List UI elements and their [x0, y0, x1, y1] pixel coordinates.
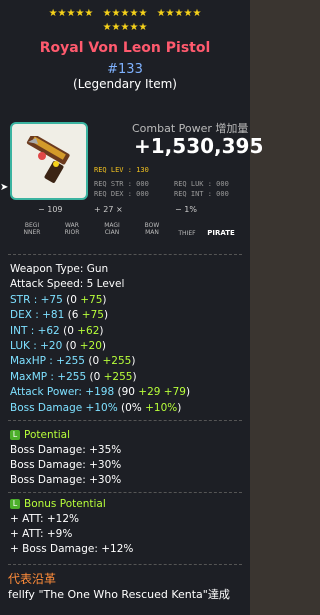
class-thief: THIEF: [178, 230, 196, 237]
history-text: fellfy "The One Who Rescued Kenta"達成: [8, 588, 230, 601]
star-group: ★★★★★: [48, 8, 94, 19]
stat-luk-base: (0: [65, 340, 80, 353]
bonus-potential-line: + ATT: +12%: [10, 513, 80, 525]
req-int: REQ INT : 000: [174, 190, 229, 198]
potential-line: Boss Damage: +35%: [10, 444, 122, 456]
stat-maxmp-base: (0: [89, 370, 104, 383]
stat-dex-base: (6: [67, 309, 82, 322]
stat-attack-base: (90: [117, 386, 139, 399]
stat-luk-bonus: +20: [79, 340, 102, 353]
history-header: 代表沿革: [8, 572, 57, 586]
stat-maxhp: MaxHP : +255 (0 +255): [10, 355, 136, 368]
item-stats: Weapon Type: Gun Attack Speed: 5 Level S…: [10, 262, 245, 416]
divider: [8, 564, 242, 565]
req-dex: REQ DEX : 000: [94, 190, 149, 198]
star-group: ★★★★★: [102, 22, 148, 33]
class-warrior: WAR RIOR: [64, 222, 80, 236]
stat-int: INT : +62 (0 +62): [10, 324, 104, 337]
divider: [8, 420, 242, 421]
stat-boss-base: (0%: [121, 401, 146, 414]
star-force-row-2: ★★★★★: [0, 22, 250, 34]
item-icon-frame: [10, 122, 88, 200]
stat-maxmp-total: MaxMP : +255: [10, 370, 87, 383]
stat-maxhp-bonus: +255: [102, 355, 132, 368]
star-group: ★★★★★: [102, 8, 148, 19]
pistol-icon: [26, 136, 70, 183]
weapon-type: Weapon Type: Gun: [10, 263, 109, 275]
stat-int-total: INT : +62: [10, 324, 60, 337]
bonus-potential-rank-icon: L: [10, 499, 20, 509]
stat-dex-bonus: +75: [81, 309, 104, 322]
divider: [8, 492, 242, 493]
stat-attack-bonus-2: +79: [163, 386, 186, 399]
stat-int-bonus: +62: [77, 324, 100, 337]
stat-dex-total: DEX : +81: [10, 309, 65, 322]
stat-attack-total: Attack Power: +198: [10, 386, 115, 399]
class-bowman: BOW MAN: [144, 222, 160, 236]
class-pirate: PIRATE: [207, 229, 235, 237]
potential-line: Boss Damage: +30%: [10, 459, 122, 471]
req-level: REQ LEV : 130: [94, 166, 149, 174]
stat-luk: LUK : +20 (0 +20): [10, 340, 107, 353]
stat-maxmp: MaxMP : +255 (0 +255): [10, 370, 137, 383]
star-force-row-1: ★★★★★ ★★★★★ ★★★★★: [0, 8, 250, 20]
item-rank: (Legendary Item): [73, 77, 177, 91]
mouse-cursor-icon: ➤: [0, 182, 9, 193]
bonus-potential-header: L Bonus Potential: [10, 497, 245, 512]
attack-speed: Attack Speed: 5 Level: [10, 278, 125, 291]
item-summary: Combat Power 增加量 +1,530,395 REQ LEV : 13…: [0, 118, 263, 208]
stat-str-total: STR : +75: [10, 293, 63, 306]
bonus-potential-line: + Boss Damage: +12%: [10, 543, 134, 555]
stat-luk-total: LUK : +20: [10, 340, 63, 353]
req-str: REQ STR : 000: [94, 180, 149, 188]
stat-value-1: − 109: [38, 205, 63, 214]
stat-value-3: − 1%: [175, 205, 197, 214]
bonus-potential-line: + ATT: +9%: [10, 528, 73, 540]
potential-title: Potential: [24, 429, 70, 441]
bonus-potential-title: Bonus Potential: [24, 498, 106, 510]
stat-boss-total: Boss Damage +10%: [10, 401, 118, 414]
bonus-potential-section: L Bonus Potential + ATT: +12% + ATT: +9% …: [10, 497, 245, 557]
stat-maxhp-total: MaxHP : +255: [10, 355, 85, 368]
item-name: Royal Von Leon Pistol: [39, 40, 211, 56]
stat-int-base: (0: [63, 324, 78, 337]
potential-rank-icon: L: [10, 430, 20, 440]
stat-value-2: + 27 ×: [94, 205, 123, 214]
item-tooltip: ★★★★★ ★★★★★ ★★★★★ ★★★★★ Royal Von Leon P…: [0, 0, 263, 615]
class-magician: MAGI CIAN: [104, 222, 120, 236]
stat-str-bonus: +75: [80, 293, 103, 306]
star-group: ★★★★★: [156, 8, 202, 19]
stat-boss-bonus: +10%: [145, 401, 178, 414]
secondary-stats-row: − 109 + 27 × − 1%: [10, 205, 240, 219]
stat-str: STR : +75 (0 +75): [10, 293, 107, 306]
stat-boss-damage: Boss Damage +10% (0% +10%): [10, 401, 182, 414]
potential-section: L Potential Boss Damage: +35% Boss Damage…: [10, 428, 245, 488]
divider: [8, 254, 242, 255]
class-beginner: BEGI NNER: [23, 222, 41, 236]
req-luk: REQ LUK : 000: [174, 180, 229, 188]
combat-power-value: +1,530,395: [134, 134, 264, 158]
stat-attack-power: Attack Power: +198 (90 +29 +79): [10, 386, 191, 399]
stat-attack-bonus-1: +29: [138, 386, 161, 399]
class-requirements: BEGI NNER WAR RIOR MAGI CIAN BOW MAN THI…: [18, 222, 238, 244]
stat-maxmp-bonus: +255: [103, 370, 133, 383]
potential-header: L Potential: [10, 428, 245, 443]
item-number: #133: [107, 62, 143, 77]
potential-line: Boss Damage: +30%: [10, 474, 122, 486]
stat-dex: DEX : +81 (6 +75): [10, 309, 109, 322]
stat-str-base: (0: [66, 293, 81, 306]
stat-maxhp-base: (0: [88, 355, 103, 368]
